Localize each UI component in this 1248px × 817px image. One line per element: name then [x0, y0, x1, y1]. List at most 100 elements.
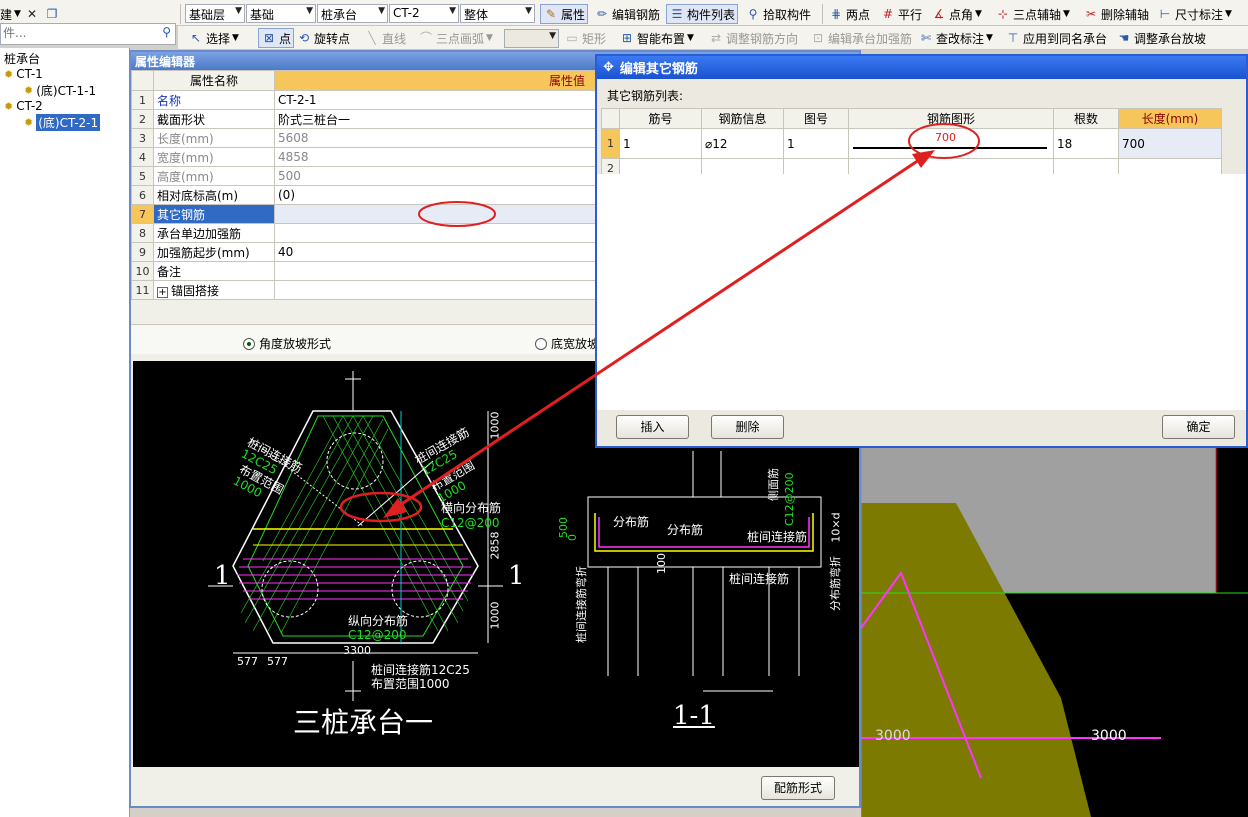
- rotate-icon: ⟲: [298, 31, 310, 45]
- point-angle-button[interactable]: ∡ 点角 ▼: [931, 4, 982, 24]
- smart-layout-icon: ⊞: [621, 31, 633, 45]
- list-icon: ☰: [671, 7, 683, 21]
- edit-rebar-button[interactable]: ✏ 编辑钢筋: [594, 4, 660, 24]
- cursor-icon: ↖: [190, 31, 202, 45]
- close-icon: ✕: [26, 7, 38, 21]
- delete-button[interactable]: 删除: [711, 415, 784, 439]
- dim-label: 1000: [488, 601, 502, 630]
- arc-icon: ⌒: [419, 31, 432, 45]
- rect-icon: ▭: [566, 31, 578, 45]
- two-points-axis-icon: ⋕: [830, 7, 842, 21]
- adjust-slope-button[interactable]: ☚ 调整承台放坡: [1116, 28, 1206, 48]
- gear-icon: ✹: [4, 67, 14, 81]
- tree-item-ct2[interactable]: ✹ CT-2: [4, 98, 43, 114]
- rebar-table: 筋号 钢筋信息 图号 钢筋图形 根数 长度(mm) 1 1 ⌀12 1 700 …: [601, 108, 1222, 178]
- pick-icon: ⚲: [748, 7, 758, 21]
- radio-icon: [535, 337, 547, 350]
- delete-axis-button[interactable]: ✂ 删除辅轴: [1083, 4, 1149, 24]
- edit-reinforce-button[interactable]: ⊡ 编辑承台加强筋: [810, 28, 912, 48]
- search-input[interactable]: [1, 24, 151, 42]
- apply-icon: ⊤: [1007, 31, 1019, 45]
- tree-root[interactable]: 桩承台: [4, 50, 40, 66]
- three-point-axis-icon: ⊹: [997, 7, 1009, 21]
- floor-select[interactable]: 基础层 ▼: [185, 4, 245, 23]
- dim-label: 2858: [488, 531, 502, 560]
- component-list-button[interactable]: ☰ 构件列表: [666, 4, 739, 24]
- delete-axis-icon: ✂: [1085, 7, 1097, 21]
- insert-button[interactable]: 插入: [616, 415, 689, 439]
- move-icon: ✥: [603, 60, 614, 75]
- tree-item-ct1[interactable]: ✹ CT-1: [4, 66, 43, 82]
- section-note: 侧面筋: [767, 468, 780, 501]
- line-button[interactable]: ╲ 直线: [364, 28, 406, 48]
- dialog-title: ✥ 编辑其它钢筋: [597, 56, 1246, 79]
- cad-viewport-right[interactable]: 3000 3000: [861, 448, 1248, 817]
- point-button[interactable]: ⊠ 点: [258, 28, 295, 48]
- draw-mode-select[interactable]: ▼: [504, 29, 559, 48]
- pick-component-button[interactable]: ⚲ 拾取构件: [745, 4, 811, 24]
- dim-label: 577: [267, 655, 288, 668]
- property-icon: ✎: [545, 7, 557, 21]
- category-select[interactable]: 基础 ▼: [246, 4, 316, 23]
- check-label-icon: ✄: [920, 31, 932, 45]
- note-horizontal: 横向分布筋 C12@200: [441, 501, 502, 530]
- scope-select[interactable]: 整体 ▼: [460, 4, 535, 23]
- col-header: 根数: [1053, 108, 1119, 129]
- two-points-button[interactable]: ⋕ 两点: [828, 4, 870, 24]
- rotate-point-button[interactable]: ⟲ 旋转点: [296, 28, 350, 48]
- name-select[interactable]: CT-2 ▼: [389, 4, 459, 23]
- rebar-form-button[interactable]: 配筋形式: [761, 776, 835, 800]
- section-note: 分布筋弯折: [829, 556, 842, 611]
- col-header: 筋号: [619, 108, 702, 129]
- dim-label: 577: [237, 655, 258, 668]
- drawing-title: 三桩承台一: [293, 706, 434, 739]
- parallel-button[interactable]: # 平行: [880, 4, 922, 24]
- type-select[interactable]: 桩承台 ▼: [317, 4, 388, 23]
- toolbar-row-2: ↖ 选择 ▼ ⊠ 点 ⟲ 旋转点 ╲ 直线 ⌒ 三点画弧 ▼ ▼ ▭ 矩形 ⊞ 智能布置 ▼ ⇄ 调整…: [178, 26, 1248, 50]
- close-button[interactable]: ✕: [24, 4, 40, 24]
- length-cell[interactable]: 700: [1118, 128, 1222, 159]
- smart-layout-button[interactable]: ⊞ 智能布置 ▼: [619, 28, 694, 48]
- three-point-axis-button[interactable]: ⊹ 三点辅轴 ▼: [995, 4, 1070, 24]
- section-note: 分布筋: [613, 515, 650, 529]
- dim-label: 10×d: [829, 512, 843, 543]
- adjust-direction-button[interactable]: ⇄ 调整钢筋方向: [708, 28, 798, 48]
- rebar-shape-cell[interactable]: 700: [848, 128, 1054, 159]
- dim-label: 0: [566, 534, 579, 541]
- point-icon: ⊠: [263, 31, 275, 45]
- three-point-arc-button[interactable]: ⌒ 三点画弧 ▼: [418, 28, 493, 48]
- tree-item-ct2-1[interactable]: ✹ (底)CT-2-1: [24, 113, 101, 131]
- rect-button[interactable]: ▭ 矩形: [564, 28, 606, 48]
- rebar-shape-line: [853, 147, 1047, 149]
- radio-width-slope[interactable]: 底宽放坡: [535, 335, 599, 352]
- table-row[interactable]: 1 1 ⌀12 1 700 18 700: [601, 128, 1222, 159]
- tree-item-ct1-1[interactable]: ✹ (底)CT-1-1: [24, 82, 96, 98]
- adjust-direction-icon: ⇄: [710, 31, 722, 45]
- apply-same-button[interactable]: ⊤ 应用到同名承台: [1005, 28, 1107, 48]
- dim-label: 100: [655, 553, 668, 574]
- col-header-name: 属性名称: [153, 70, 275, 91]
- select-button[interactable]: ↖ 选择 ▼: [188, 28, 239, 48]
- toolbar-row-1: 建 ▼ ✕ ❐ 基础层 ▼ 基础 ▼ 桩承台 ▼ CT-2 ▼ 整体 ▼ ✎ 属性 ✏ 编辑钢筋…: [0, 0, 1248, 26]
- section-note: C12@200: [783, 472, 796, 526]
- check-label-button[interactable]: ✄ 查改标注 ▼: [918, 28, 993, 48]
- note-bottom: 桩间连接筋12C25 布置范围1000: [371, 663, 470, 691]
- property-editor-footer: 配筋形式: [133, 767, 859, 806]
- dimension-button[interactable]: ⊢ 尺寸标注 ▼: [1157, 4, 1232, 24]
- expand-icon[interactable]: +: [157, 286, 168, 298]
- component-tree: 桩承台 ✹ CT-1 ✹ (底)CT-1-1 ✹ CT-2 ✹ (底)CT-2-1: [0, 48, 130, 817]
- cad-label: 3000: [875, 728, 911, 744]
- radio-angle-slope[interactable]: 角度放坡形式: [243, 335, 331, 352]
- col-header: 钢筋信息: [701, 108, 784, 129]
- hand-icon: ☚: [1118, 31, 1130, 45]
- copy-button[interactable]: ❐: [44, 4, 60, 24]
- dim-label: 1000: [488, 411, 502, 440]
- left-menu-button[interactable]: 建 ▼: [0, 4, 21, 24]
- search-icon[interactable]: ⚲: [162, 25, 171, 39]
- section-title: 1-1: [673, 701, 715, 731]
- property-button[interactable]: ✎ 属性: [540, 4, 589, 24]
- copy-icon: ❐: [46, 7, 58, 21]
- section-note: 桩间连接筋弯折: [575, 566, 588, 643]
- edit-other-rebar-dialog: ✥ 编辑其它钢筋 其它钢筋列表: 筋号 钢筋信息 图号 钢筋图形 根数 长度(mm…: [595, 54, 1248, 448]
- ok-button[interactable]: 确定: [1162, 415, 1235, 439]
